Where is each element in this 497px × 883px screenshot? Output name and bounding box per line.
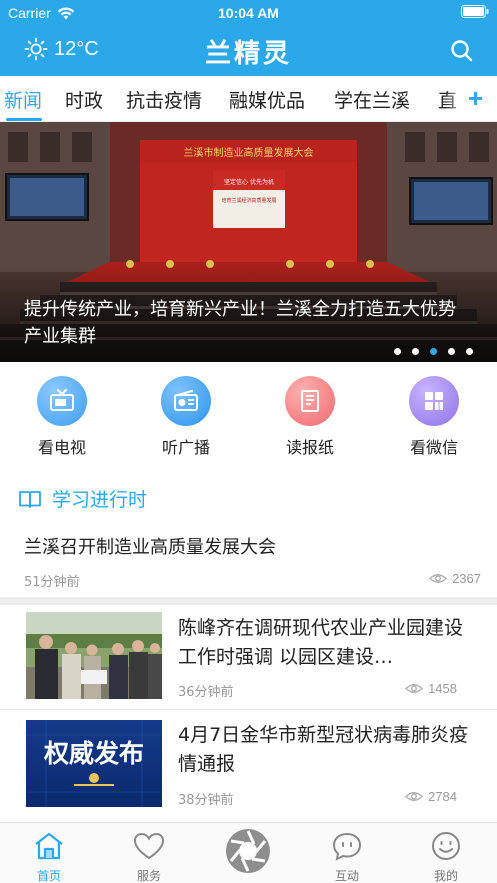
chat-bubble-icon (307, 829, 387, 863)
smiley-icon (406, 829, 486, 863)
study-section-title: 学习进行时 (52, 489, 148, 511)
svg-text:权威发布: 权威发布 (43, 739, 144, 768)
nav-interaction-label: 互动 (334, 869, 359, 883)
svg-text:坚定信心 优先为机: 坚定信心 优先为机 (224, 178, 274, 186)
views-count: 2784 (428, 789, 457, 804)
status-time: 10:04 AM (218, 5, 279, 21)
nav-home[interactable]: 首页 (9, 829, 89, 883)
nav-profile[interactable]: 我的 (406, 829, 486, 883)
news-item-views: 1458 (405, 681, 457, 696)
view-wechat-entry[interactable]: 看微信 (384, 376, 484, 458)
carousel-dots (394, 348, 473, 355)
news-item-views: 2784 (405, 789, 457, 804)
news-thumbnail[interactable]: 权威发布 (26, 720, 162, 807)
nav-camera[interactable] (208, 827, 288, 875)
quick-entry-row: 看电视 听广播 读报纸 看微信 (0, 376, 497, 458)
search-button[interactable] (449, 38, 475, 64)
listen-radio-label: 听广播 (161, 438, 210, 457)
nav-services[interactable]: 服务 (109, 829, 189, 883)
radio-icon (161, 376, 211, 426)
add-channel-button[interactable]: + (468, 83, 483, 114)
tab-study-lanxi[interactable]: 学在兰溪 (334, 86, 410, 113)
news-thumbnail[interactable] (26, 612, 162, 699)
eye-icon (405, 792, 424, 801)
heart-icon (109, 829, 189, 863)
section-divider (0, 597, 497, 605)
view-wechat-label: 看微信 (409, 438, 458, 457)
news-item-time: 38分钟前 (178, 793, 234, 808)
book-icon (19, 490, 41, 508)
views-count: 2367 (452, 571, 481, 586)
app-title: 兰精灵 (204, 39, 292, 69)
banner-caption: 提升传统产业，培育新兴产业！兰溪全力打造五大优势产业集群 (24, 299, 456, 347)
bottom-nav: 首页 服务 互动 我的 (0, 822, 497, 883)
channel-tabs: 新闻 时政 抗击疫情 融媒优品 学在兰溪 直 + (0, 76, 497, 122)
views-count: 1458 (428, 681, 457, 696)
carousel-dot-active[interactable] (430, 348, 437, 355)
watch-tv-label: 看电视 (37, 438, 86, 457)
nav-interaction[interactable]: 互动 (307, 829, 387, 883)
feature-article-views: 2367 (429, 571, 481, 586)
wechat-grid-icon (409, 376, 459, 426)
home-icon (9, 829, 89, 863)
read-newspaper-entry[interactable]: 读报纸 (260, 376, 360, 458)
carousel-dot[interactable] (448, 348, 455, 355)
carousel-dot[interactable] (466, 348, 473, 355)
nav-home-label: 首页 (36, 869, 61, 883)
nav-profile-label: 我的 (433, 869, 458, 883)
eye-icon (405, 684, 424, 693)
tab-media-picks[interactable]: 融媒优品 (229, 86, 305, 113)
list-divider (0, 709, 497, 710)
feature-article-time: 51分钟前 (24, 575, 80, 590)
tab-news[interactable]: 新闻 (4, 86, 42, 113)
nav-services-label: 服务 (136, 869, 161, 883)
search-icon (451, 40, 473, 62)
news-item-title[interactable]: 陈峰齐在调研现代农业产业园建设工作时强调 以园区建设… (178, 614, 478, 672)
status-bar: Carrier 10:04 AM (0, 0, 497, 26)
hero-banner[interactable]: 兰溪市制造业高质量发展大会 坚定信心 优先为机 培育兰溪经济高质量发展 提升传统… (0, 122, 497, 362)
study-section-header[interactable]: 学习进行时 (18, 485, 147, 512)
news-item-time: 36分钟前 (178, 685, 234, 700)
active-tab-indicator (6, 118, 42, 121)
tab-politics[interactable]: 时政 (65, 86, 103, 113)
svg-text:培育兰溪经济高质量发展: 培育兰溪经济高质量发展 (221, 197, 276, 204)
carousel-dot[interactable] (412, 348, 419, 355)
eye-icon (429, 574, 448, 583)
feature-article-title[interactable]: 兰溪召开制造业高质量发展大会 (24, 533, 276, 559)
news-item-title[interactable]: 4月7日金华市新型冠状病毒肺炎疫情通报 (178, 721, 478, 779)
app-header: 12°C 兰精灵 (0, 26, 497, 76)
tv-icon (37, 376, 87, 426)
carousel-dot[interactable] (394, 348, 401, 355)
watch-tv-entry[interactable]: 看电视 (12, 376, 112, 458)
listen-radio-entry[interactable]: 听广播 (136, 376, 236, 458)
camera-aperture-icon (208, 827, 288, 875)
newspaper-icon (285, 376, 335, 426)
battery-icon (461, 5, 489, 21)
read-newspaper-label: 读报纸 (285, 438, 334, 457)
tab-epidemic[interactable]: 抗击疫情 (126, 86, 202, 113)
svg-text:兰溪市制造业高质量发展大会: 兰溪市制造业高质量发展大会 (184, 146, 314, 159)
